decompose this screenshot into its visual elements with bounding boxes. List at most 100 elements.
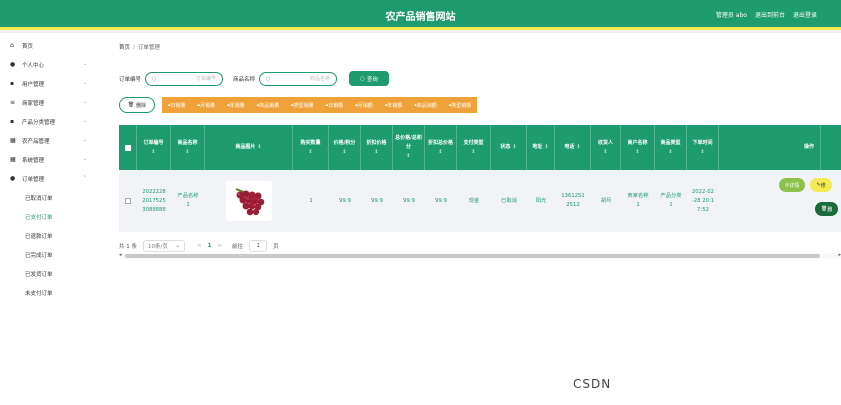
header-label: 收货人: [597, 139, 613, 146]
prev-page-button[interactable]: <: [197, 243, 202, 249]
col-status[interactable]: 状态 ⇕: [491, 125, 527, 170]
sort-icon: ⇕: [151, 148, 156, 155]
cell-price: 99.9: [339, 197, 351, 204]
stat-button-product-amount[interactable]: ▴ 商品销额: [408, 97, 443, 113]
scroll-left-arrow[interactable]: ◂: [119, 252, 122, 258]
sidebar-item-personal[interactable]: ● 个人中心 ⌄: [0, 55, 101, 74]
cell-merchant: 商家名称 1: [621, 170, 655, 232]
goto-page-value: 1: [256, 243, 260, 249]
product-name-input[interactable]: ○ 商品名称: [259, 71, 338, 86]
sidebar-item-label: 农产品管理: [22, 138, 50, 145]
sort-icon: ⇕: [668, 148, 673, 155]
to-frontend-link[interactable]: 退出到前台: [755, 10, 785, 19]
cell-quantity: 1: [309, 197, 313, 204]
detail-button[interactable]: ◎ 详情: [779, 178, 806, 192]
stat-button-product-qty[interactable]: ▴ 商品销量: [250, 97, 286, 113]
col-product-image[interactable]: 商品图片 ⇕: [205, 125, 293, 170]
sidebar-item-orders[interactable]: ● 订单管理 ⌃: [0, 169, 101, 188]
goto-label: 前往: [232, 244, 244, 250]
product-image-grapes: [226, 181, 272, 221]
cell-product-type: 产品分类 1: [655, 170, 687, 232]
next-page-button[interactable]: >: [217, 243, 222, 249]
sort-icon: ⇕: [185, 148, 190, 155]
sidebar-subitem-unpaid[interactable]: 未支付订单: [0, 283, 101, 302]
sidebar-item-products[interactable]: ▦ 农产品管理 ⌄: [0, 131, 101, 150]
col-discount-total[interactable]: 折扣总价格 ⇕: [425, 125, 457, 170]
page-size-select[interactable]: 10条/页 ⌄: [143, 240, 185, 252]
cell-order-time: 2022-02 -28 20:1 7:52: [687, 170, 719, 232]
col-address[interactable]: 地址 ⇕: [527, 125, 555, 170]
col-product-name[interactable]: 商品名称 ⇕: [171, 125, 205, 170]
sidebar-subitem-completed[interactable]: 已完成订单: [0, 245, 101, 264]
chevron-down-icon: ⌄: [82, 137, 87, 143]
col-price[interactable]: 价格/积分 ⇕: [329, 125, 361, 170]
stat-button-label: 月销额: [357, 102, 373, 109]
sidebar-subitem-shipped[interactable]: 已发货订单: [0, 264, 101, 283]
sidebar-subitem-cancelled[interactable]: 已取消订单: [0, 188, 101, 207]
header-label: 下单时间: [692, 139, 713, 146]
sidebar-item-users[interactable]: ▪ 用户管理 ⌄: [0, 74, 101, 93]
logout-link[interactable]: 退出登录: [793, 10, 817, 19]
order-time-line: -28 20:1: [691, 197, 715, 204]
goto-page-input[interactable]: 1: [249, 240, 268, 252]
sidebar-item-category[interactable]: ▪ 产品分类管理 ⌄: [0, 112, 101, 131]
sidebar-item-merchants[interactable]: ≡ 商家管理 ⌄: [0, 93, 101, 112]
order-icon: ●: [10, 175, 16, 182]
product-name-label: 商品名称: [233, 76, 256, 83]
scrollbar-thumb[interactable]: [125, 254, 820, 258]
chevron-up-icon: ⌃: [82, 175, 87, 181]
cell-status: 已取消: [501, 197, 517, 204]
cell-pay-type: 现金: [468, 197, 480, 204]
product-icon: ▦: [10, 137, 16, 144]
stat-button-label: 日销量: [170, 102, 186, 109]
col-phone[interactable]: 电话 ⇕: [555, 125, 591, 170]
col-order-no[interactable]: 订单编号 ⇕: [137, 125, 171, 170]
order-time-line: 7:52: [697, 206, 709, 213]
header-label: 地址: [532, 144, 543, 150]
stat-button-year-qty[interactable]: ▴ 年销量: [221, 97, 251, 113]
search-bar: 订单编号 ○ 订单编号 商品名称 ○ 商品名称 ○ 查询: [119, 71, 390, 86]
stat-button-year-amount[interactable]: ▴ 年销额: [378, 97, 409, 113]
sidebar-subitem-refunded[interactable]: 已退款订单: [0, 226, 101, 245]
stat-button-month-amount[interactable]: ▴ 月销额: [349, 97, 379, 113]
col-order-time[interactable]: 下单时间 ⇕: [687, 125, 719, 170]
order-no-input[interactable]: ○ 订单编号: [145, 71, 224, 86]
category-icon: ▪: [10, 118, 15, 125]
sort-icon: ⇕: [544, 144, 549, 150]
col-quantity[interactable]: 购买数量 ⇕: [293, 125, 329, 170]
stat-button-type-amount[interactable]: ▴ 类型销额: [442, 97, 478, 113]
stat-button-day-qty[interactable]: ▴ 日销量: [162, 97, 192, 113]
col-pay-type[interactable]: 支付类型 ⇕: [457, 125, 491, 170]
row-select-cell: [119, 170, 137, 232]
cell-order-no: 2022228 2017525 3088888: [137, 170, 171, 232]
stat-button-type-qty[interactable]: ▴ 类型销量: [285, 97, 320, 113]
system-icon: ▦: [10, 156, 16, 163]
col-merchant[interactable]: 商户名称 ⇕: [621, 125, 655, 170]
breadcrumb-home[interactable]: 首页: [119, 45, 130, 51]
phone-line: 1361251: [561, 193, 585, 199]
table-header: 订单编号 ⇕ 商品名称 ⇕ 商品图片 ⇕ 购买数量 ⇕ 价格/积分 ⇕ 折扣价格 ⇕ 总价格…: [119, 125, 841, 170]
col-discount-price[interactable]: 折扣价格 ⇕: [361, 125, 393, 170]
stat-button-group: ▴ 日销量 ▴ 月销量 ▴ 年销量 ▴ 商品销量 ▴ 类型销量 ▴ 日销额 ▴ …: [162, 97, 478, 113]
header-links: 管理员 abo 退出到前台 退出登录: [716, 10, 817, 19]
row-checkbox[interactable]: [125, 198, 131, 204]
select-all-checkbox[interactable]: [124, 144, 131, 151]
total-count: 共 1 条: [119, 244, 137, 250]
page-number-1[interactable]: 1: [208, 243, 212, 249]
sidebar-subitem-paid[interactable]: 已支付订单: [0, 207, 101, 226]
row-delete-button[interactable]: 🗑 删: [815, 202, 839, 216]
stat-button-month-qty[interactable]: ▴ 月销量: [191, 97, 222, 113]
delete-button[interactable]: 🗑 删除: [119, 97, 155, 113]
col-total-price[interactable]: 总价格/总积分 ⇕: [393, 125, 425, 170]
sidebar-item-home[interactable]: ⌂ 首页: [0, 36, 101, 55]
edit-button[interactable]: ✎ 修: [810, 178, 832, 192]
query-button[interactable]: ○ 查询: [349, 71, 390, 86]
stat-button-day-amount[interactable]: ▴ 日销额: [319, 97, 350, 113]
sort-icon: ⇕: [512, 144, 517, 150]
col-product-type[interactable]: 商品类型 ⇕: [655, 125, 687, 170]
sidebar-item-system[interactable]: ▦ 系统管理 ⌄: [0, 150, 101, 169]
col-receiver[interactable]: 收货人 ⇕: [591, 125, 621, 170]
sidebar-item-label: 商家管理: [22, 100, 45, 107]
row-delete-button-label: 删: [827, 206, 833, 213]
horizontal-scrollbar[interactable]: ◂ ▸: [119, 252, 841, 259]
